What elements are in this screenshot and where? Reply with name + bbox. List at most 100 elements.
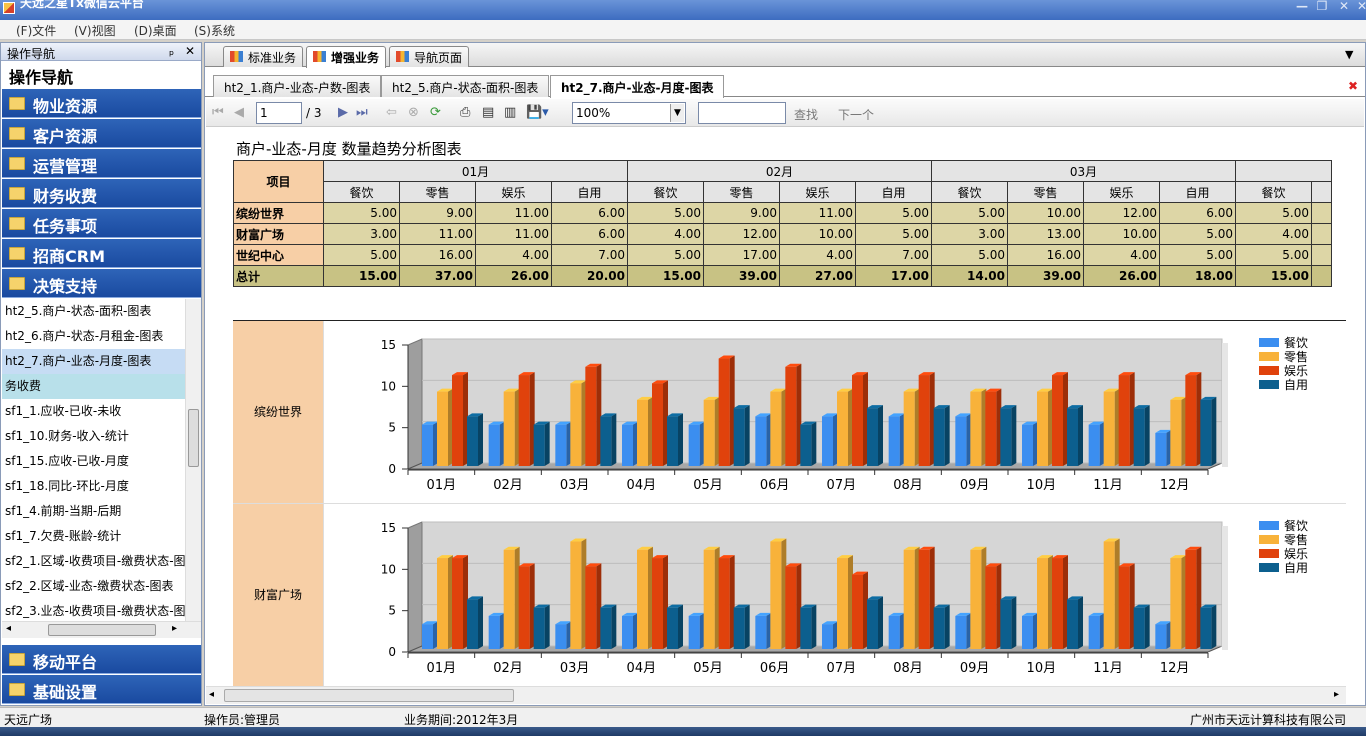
refresh-icon[interactable]: ⟳ — [430, 105, 441, 120]
table-cell: 5.00 — [1235, 244, 1312, 266]
scroll-right-icon[interactable]: ▸ — [172, 623, 177, 634]
sub-menu-item[interactable]: sf1_10.财务-收入-统计 — [2, 424, 185, 449]
sub-menu-item[interactable]: 务收费 — [2, 374, 185, 399]
sub-menu-item[interactable]: sf1_1.应收-已收-未收 — [2, 399, 185, 424]
back-icon[interactable]: ⇦ — [386, 105, 397, 120]
table-cell: 6.00 — [1159, 202, 1236, 224]
bar-餐饮-12月 — [1155, 624, 1167, 649]
nav-item-1[interactable]: 客户资源 — [2, 119, 201, 148]
bar-零售-05月 — [703, 549, 715, 649]
table-cell: 5.00 — [627, 202, 704, 224]
tab-standard[interactable]: 标准业务 — [223, 46, 304, 67]
nav-bottom-item-0[interactable]: 移动平台 — [2, 645, 201, 674]
row-header: 财富广场 — [233, 223, 324, 245]
page-input[interactable]: 1 — [256, 102, 302, 124]
sub-menu-item[interactable]: ht2_7.商户-业态-月度-图表 — [2, 349, 185, 374]
nav-item-4[interactable]: 任务事项 — [2, 209, 201, 238]
bar-娱乐-02月 — [518, 375, 530, 466]
horizontal-scrollbar[interactable]: ◂ ▸ — [2, 621, 201, 638]
legend-label: 自用 — [1284, 378, 1308, 392]
report-scroll-right-icon[interactable]: ▸ — [1334, 689, 1339, 700]
last-page-icon[interactable]: ⏭ — [356, 105, 368, 120]
sub-menu-item[interactable]: ht2_6.商户-状态-月租金-图表 — [2, 324, 185, 349]
scroll-thumb[interactable] — [188, 409, 199, 467]
table-cell: 11.00 — [779, 202, 856, 224]
table-cell-partial — [1311, 265, 1332, 287]
zoom-dropdown-icon[interactable]: ▼ — [670, 104, 684, 122]
sub-menu-item[interactable]: ht2_5.商户-状态-面积-图表 — [2, 299, 185, 324]
top-tab-bar: 标准业务 增强业务 导航页面 ▼ — [205, 43, 1365, 68]
first-page-icon[interactable]: ⏮ — [212, 105, 224, 120]
find-next-button[interactable]: 下一个 — [838, 106, 874, 123]
subtab-ht2-5[interactable]: ht2_5.商户-状态-面积-图表 — [381, 75, 550, 97]
scroll-left-icon[interactable]: ◂ — [6, 623, 11, 634]
bar-餐饮-02月 — [488, 424, 500, 466]
prev-page-icon[interactable]: ◀ — [234, 105, 244, 120]
hscroll-thumb[interactable] — [48, 624, 156, 636]
next-page-icon[interactable]: ▶ — [338, 105, 348, 120]
subtab-ht2-1[interactable]: ht2_1.商户-业态-户数-图表 — [213, 75, 382, 97]
nav-item-6[interactable]: 决策支持 — [2, 269, 201, 298]
bar-side-自用-03月 — [611, 604, 617, 649]
bar-自用-02月 — [533, 424, 545, 466]
nav-item-5[interactable]: 招商CRM — [2, 239, 201, 268]
y-tick-label: 0 — [388, 462, 396, 476]
minimize-icon[interactable]: — — [1292, 0, 1312, 14]
bar-零售-08月 — [903, 549, 915, 649]
bar-自用-07月 — [867, 408, 878, 466]
print-icon[interactable]: ⎙ — [460, 105, 470, 120]
menu-desktop[interactable]: (D)桌面 — [134, 22, 177, 39]
nav-item-0[interactable]: 物业资源 — [2, 89, 201, 118]
menu-system[interactable]: (S)系统 — [194, 22, 235, 39]
bar-餐饮-02月 — [488, 615, 500, 649]
tab-enhanced[interactable]: 增强业务 — [306, 46, 387, 68]
tab-navigation[interactable]: 导航页面 — [389, 46, 470, 67]
nav-item-3[interactable]: 财务收费 — [2, 179, 201, 208]
bar-自用-03月 — [600, 416, 612, 466]
nav-item-label: 物业资源 — [33, 97, 98, 116]
close-panel-icon[interactable]: ✕ — [185, 44, 195, 58]
sub-menu-item[interactable]: sf1_18.同比-环比-月度 — [2, 474, 185, 499]
layout-icon[interactable]: ▥ — [504, 105, 516, 120]
close-tab-icon[interactable]: ✖ — [1348, 79, 1358, 93]
folder-icon — [9, 97, 25, 110]
sub-menu-item[interactable]: sf1_4.前期-当期-后期 — [2, 499, 185, 524]
x-tick-label: 03月 — [560, 478, 590, 493]
bar-side-自用-07月 — [878, 596, 883, 649]
x-tick-label: 02月 — [493, 478, 523, 493]
sub-menu-item[interactable]: sf2_2.区域-业态-缴费状态-图表 — [2, 574, 185, 599]
nav-bottom-item-1[interactable]: 基础设置 — [2, 675, 201, 704]
menu-file[interactable]: (F)文件 — [16, 22, 56, 39]
subtab-ht2-7[interactable]: ht2_7.商户-业态-月度-图表 — [550, 75, 725, 98]
find-input[interactable] — [698, 102, 786, 124]
bar-娱乐-08月 — [918, 375, 930, 466]
sub-menu-item[interactable]: sf1_15.应收-已收-月度 — [2, 449, 185, 474]
report-scroll-left-icon[interactable]: ◂ — [209, 689, 214, 700]
export-icon[interactable]: 💾▾ — [526, 105, 549, 120]
report-scroll-thumb[interactable] — [224, 689, 514, 702]
zoom-select[interactable]: 100% ▼ — [572, 102, 686, 124]
sub-menu-item[interactable]: sf2_1.区域-收费项目-缴费状态-图 — [2, 549, 185, 574]
table-cell-partial — [1311, 223, 1332, 245]
stop-icon[interactable]: ⊗ — [408, 105, 419, 120]
type-header: 自用 — [1159, 181, 1236, 203]
page-setup-icon[interactable]: ▤ — [482, 105, 494, 120]
bar-side-自用-08月 — [944, 604, 950, 649]
pin-icon[interactable]: ₚ — [169, 44, 174, 58]
bar-自用-07月 — [867, 599, 878, 649]
sub-menu-item[interactable]: sf1_7.欠费-账龄-统计 — [2, 524, 185, 549]
x-tick-label: 10月 — [1027, 478, 1057, 493]
restore-icon[interactable]: ❐ — [1312, 0, 1332, 14]
vertical-scrollbar[interactable] — [185, 299, 201, 621]
find-button[interactable]: 查找 — [794, 106, 818, 123]
sub-menu-item[interactable]: sf2_3.业态-收费项目-缴费状态-图 — [2, 599, 185, 621]
close-icon[interactable]: ✕ — [1334, 0, 1354, 14]
table-cell: 26.00 — [475, 265, 552, 287]
report-hscrollbar[interactable]: ◂ ▸ — [206, 686, 1346, 704]
legend-swatch-餐饮 — [1259, 338, 1279, 347]
extra-icon[interactable]: ✕ — [1352, 0, 1366, 14]
bar-自用-06月 — [800, 607, 812, 649]
nav-item-2[interactable]: 运营管理 — [2, 149, 201, 178]
tab-dropdown-icon[interactable]: ▼ — [1345, 48, 1353, 61]
menu-view[interactable]: (V)视图 — [74, 22, 116, 39]
